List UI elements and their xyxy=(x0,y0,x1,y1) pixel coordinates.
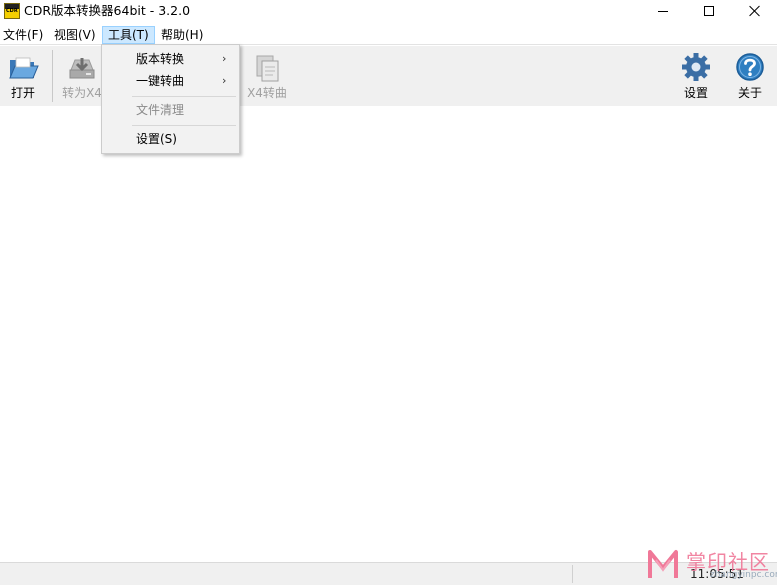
maximize-button[interactable] xyxy=(686,0,732,22)
close-icon xyxy=(749,5,761,17)
convert-disk-icon xyxy=(69,58,95,79)
menu-item-version-convert[interactable]: 版本转换 › xyxy=(102,48,239,70)
menu-item-label: 文件清理 xyxy=(136,103,185,117)
help-icon xyxy=(736,53,764,81)
title-bar: CDR CDR版本转换器64bit - 3.2.0 xyxy=(0,0,777,23)
settings-button[interactable]: 设置 xyxy=(673,48,719,104)
settings-label: 设置 xyxy=(683,86,708,100)
gear-icon xyxy=(682,53,710,81)
copy-pages-icon xyxy=(256,55,279,82)
menu-view[interactable]: 视图(V) xyxy=(51,26,99,44)
main-content-area xyxy=(0,106,777,562)
app-logo-icon: CDR xyxy=(4,3,20,19)
menu-separator xyxy=(132,125,236,126)
about-button[interactable]: 关于 xyxy=(727,48,773,104)
menu-item-label: 一键转曲 xyxy=(136,74,185,88)
menu-separator xyxy=(132,96,236,97)
menu-help[interactable]: 帮助(H) xyxy=(158,26,206,44)
open-label: 打开 xyxy=(10,86,35,100)
menu-item-file-cleanup[interactable]: 文件清理 xyxy=(102,99,239,121)
minimize-button[interactable] xyxy=(640,0,686,22)
watermark-logo-icon xyxy=(648,550,678,578)
chevron-right-icon: › xyxy=(222,52,227,65)
watermark: 掌印社区 zhangyinpc.com xyxy=(646,546,777,584)
menu-item-label: 设置(S) xyxy=(136,132,177,146)
maximize-icon xyxy=(704,6,714,16)
convert-x4-button[interactable]: 转为X4 xyxy=(59,48,105,104)
close-button[interactable] xyxy=(732,0,777,22)
menu-tools[interactable]: 工具(T) xyxy=(102,26,155,44)
status-divider xyxy=(572,565,573,583)
window-title: CDR版本转换器64bit - 3.2.0 xyxy=(24,3,191,18)
folder-open-icon xyxy=(9,57,39,79)
x4-curve-label: X4转曲 xyxy=(247,86,287,100)
watermark-url: zhangyinpc.com xyxy=(710,570,777,580)
chevron-right-icon: › xyxy=(222,74,227,87)
x4-curve-button[interactable]: X4转曲 xyxy=(244,48,290,104)
menu-item-one-click-curve[interactable]: 一键转曲 › xyxy=(102,70,239,92)
menu-file[interactable]: 文件(F) xyxy=(0,26,46,44)
about-label: 关于 xyxy=(737,86,762,100)
minimize-icon xyxy=(658,10,668,12)
menu-item-label: 版本转换 xyxy=(136,52,185,66)
open-button[interactable]: 打开 xyxy=(0,48,46,104)
menu-item-settings[interactable]: 设置(S) xyxy=(102,128,239,150)
tools-dropdown-menu: 版本转换 › 一键转曲 › 文件清理 设置(S) xyxy=(101,44,240,154)
